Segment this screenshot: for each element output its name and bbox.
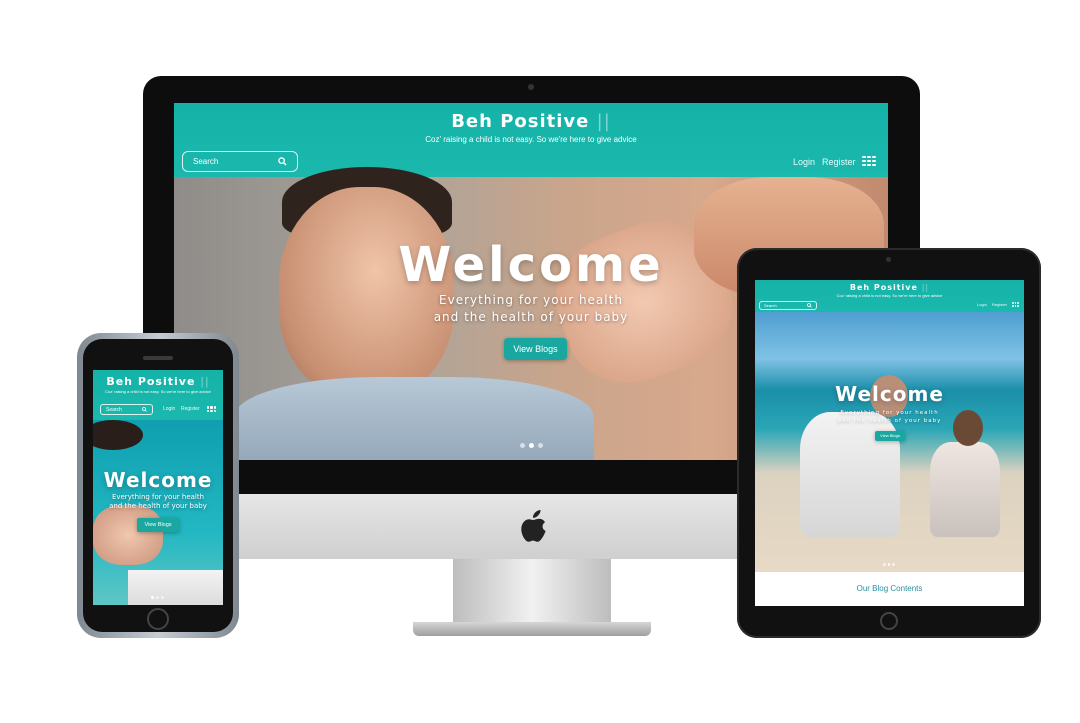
search-icon [278,157,287,166]
hero-photo-child [930,442,1000,537]
login-link[interactable]: Login [793,157,815,167]
apple-logo-icon [521,510,546,542]
brand-logo[interactable]: Beh Positive || [174,111,888,132]
tagline: Coz' raising a child is not easy. So we'… [425,135,637,144]
site-header: Beh Positive || Coz' raising a child is … [93,370,223,420]
tablet-screen: Beh Positive || Coz' raising a child is … [755,280,1024,606]
home-button[interactable] [147,608,169,630]
hero-slide: Welcome Everything for your health and t… [93,420,223,605]
search-placeholder: Search [106,406,122,413]
home-button[interactable] [880,612,898,630]
register-link[interactable]: Register [181,406,200,412]
slider-dot[interactable] [538,443,543,448]
speaker-icon [143,356,173,360]
tagline: Coz' raising a child is not easy. So we'… [836,293,943,298]
slider-dot[interactable] [520,443,525,448]
hero-slide: Welcome Everything for your health and t… [755,312,1024,572]
blog-section-title: Our Blog Contents [755,572,1024,606]
slider-dot[interactable] [161,596,164,599]
site-header: Beh Positive || Coz' raising a child is … [174,103,888,177]
search-input[interactable]: Search [182,151,298,172]
register-link[interactable]: Register [822,157,856,167]
site-header: Beh Positive || Coz' raising a child is … [755,280,1024,312]
hero-title: Welcome [835,382,944,406]
search-input[interactable]: Search [759,301,817,310]
login-link[interactable]: Login [163,406,175,412]
search-input[interactable]: Search [100,404,153,415]
register-link[interactable]: Register [992,302,1007,307]
slider-dot-active[interactable] [887,563,890,566]
view-blogs-button[interactable]: View Blogs [875,431,905,441]
slider-dots[interactable] [520,443,543,448]
search-placeholder: Search [764,303,777,308]
slider-dot[interactable] [892,563,895,566]
brand-logo[interactable]: Beh Positive || [755,283,1024,292]
phone-screen: Beh Positive || Coz' raising a child is … [93,370,223,605]
slider-dots[interactable] [151,596,164,599]
hero-subtitle-line2: and the health of your baby [837,418,942,424]
phone-device: Beh Positive || Coz' raising a child is … [77,333,239,638]
tablet-device: Beh Positive || Coz' raising a child is … [737,248,1041,638]
camera-icon [886,257,891,262]
slider-dots[interactable] [883,563,895,566]
hero-photo-belly [93,505,163,565]
slider-dot-active[interactable] [529,443,534,448]
hero-subtitle-line1: Everything for your health [840,410,939,416]
slider-dot-active[interactable] [151,596,154,599]
search-placeholder: Search [193,157,219,166]
hero-photo-hair [93,420,143,450]
search-icon [807,303,812,308]
hero-subtitle-line2: and the health of your baby [109,502,207,510]
hero-subtitle-line1: Everything for your health [111,493,205,501]
tagline: Coz' raising a child is not easy. So we'… [105,389,211,394]
view-blogs-button[interactable]: View Blogs [137,518,179,532]
slider-dot[interactable] [883,563,886,566]
menu-grid-icon[interactable] [207,406,216,412]
phone-body: Beh Positive || Coz' raising a child is … [83,339,233,632]
menu-grid-icon[interactable] [862,156,876,166]
login-link[interactable]: Login [977,302,987,307]
search-icon [142,407,147,412]
view-blogs-button[interactable]: View Blogs [504,338,567,360]
hero-photo-shorts [128,570,223,605]
desktop-base [413,622,651,636]
brand-logo[interactable]: Beh Positive || [93,375,223,388]
desktop-stand [453,559,611,624]
slider-dot[interactable] [156,596,159,599]
menu-grid-icon[interactable] [1012,302,1019,307]
camera-icon [528,84,534,90]
hero-title: Welcome [103,468,213,492]
